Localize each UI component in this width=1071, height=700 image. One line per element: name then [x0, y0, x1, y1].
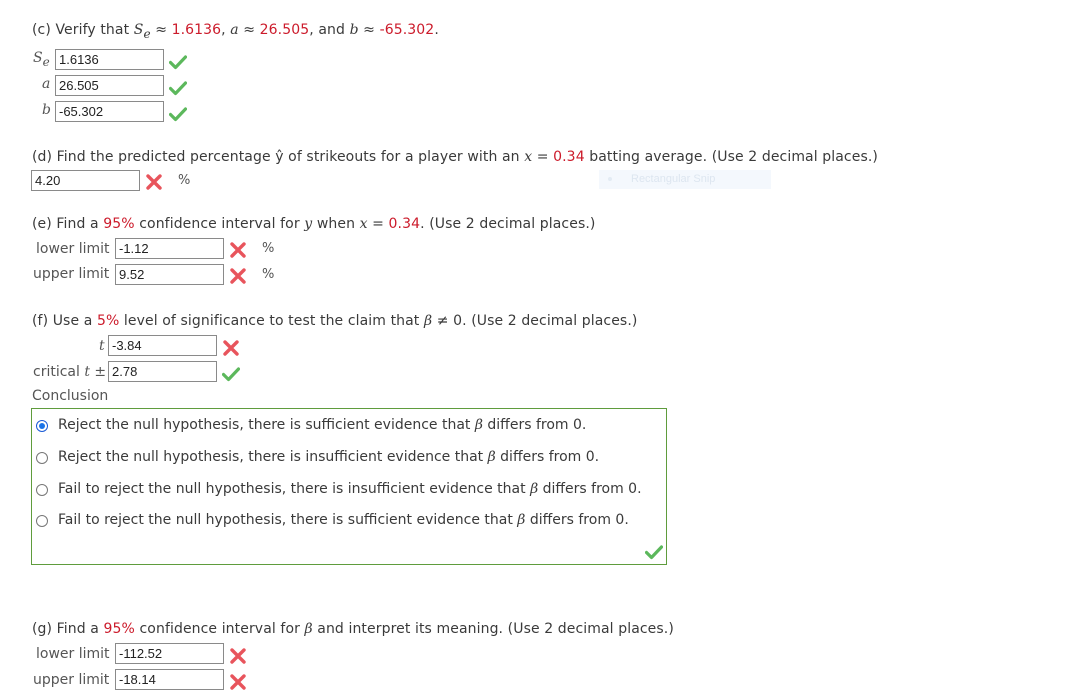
prompt-text: confidence interval for	[134, 621, 305, 637]
percent-unit: %	[262, 267, 275, 282]
prompt-text: and interpret its meaning. (Use 2 decima…	[312, 621, 674, 637]
part-e-prompt: (e) Find a 95% confidence interval for y…	[32, 216, 595, 232]
t-statistic-input[interactable]	[108, 335, 217, 356]
x-value: 0.34	[388, 216, 421, 232]
prompt-text: of strikeouts for a player with an	[283, 149, 525, 165]
prompt-text: (f) Use a	[32, 313, 97, 329]
x-value: 0.34	[553, 149, 585, 165]
check-icon	[222, 366, 240, 382]
cross-icon	[229, 268, 247, 284]
snip-label: Rectangular Snip	[631, 173, 716, 185]
part-g-prompt: (g) Find a 95% confidence interval for β…	[32, 621, 674, 637]
approx-sign: ≈	[238, 22, 260, 38]
radio-button-selected[interactable]	[36, 420, 48, 432]
equals-sign: =	[532, 149, 554, 165]
beta-interval-upper-input[interactable]	[115, 669, 224, 690]
check-icon	[169, 54, 187, 70]
prompt-text: level of significance to test the claim …	[119, 313, 424, 329]
se-symbol: S	[133, 22, 144, 38]
y-interval-lower-input[interactable]	[115, 238, 224, 259]
prompt-text: confidence interval for	[134, 216, 305, 232]
confidence-level: 95%	[103, 216, 135, 232]
part-f-prompt: (f) Use a 5% level of significance to te…	[32, 313, 637, 329]
percent-unit: %	[262, 241, 275, 256]
significance-level: 5%	[96, 313, 120, 329]
rectangular-snip-overlay: Rectangular Snip	[599, 170, 771, 189]
confidence-level: 95%	[103, 621, 135, 637]
radio-button[interactable]	[36, 515, 48, 527]
prompt-text: ≠ 0. (Use 2 decimal places.)	[432, 313, 638, 329]
y-hat-symbol: ŷ	[275, 149, 284, 165]
b-field-label: b	[42, 102, 51, 118]
option-label: Fail to reject the null hypothesis, ther…	[58, 481, 642, 497]
separator: , and	[309, 22, 350, 38]
part-d-prompt: (d) Find the predicted percentage ŷ of s…	[32, 149, 878, 165]
b-symbol: b	[349, 22, 359, 38]
prompt-text: (e) Find a	[32, 216, 104, 232]
prompt-text: batting average. (Use 2 decimal places.)	[584, 149, 878, 165]
b-given-value: -65.302	[379, 22, 435, 38]
snip-dot-icon	[608, 177, 612, 181]
prompt-text: when	[312, 216, 360, 232]
cross-icon	[145, 174, 163, 190]
option-label: Reject the null hypothesis, there is ins…	[58, 449, 600, 465]
prompt-text: (g) Find a	[32, 621, 104, 637]
period: .	[434, 22, 439, 38]
prompt-text: . (Use 2 decimal places.)	[420, 216, 596, 232]
radio-button[interactable]	[36, 452, 48, 464]
check-icon	[169, 106, 187, 122]
se-given-value: 1.6136	[171, 22, 222, 38]
part-c-prompt: (c) Verify that Se ≈ 1.6136, a ≈ 26.505,…	[32, 22, 439, 41]
option-label: Reject the null hypothesis, there is suf…	[58, 417, 587, 433]
prompt-text: (c) Verify that	[32, 22, 134, 38]
x-symbol: x	[359, 216, 368, 232]
cross-icon	[229, 648, 247, 664]
predicted-percentage-input[interactable]	[31, 170, 140, 191]
lower-limit-label: lower limit	[36, 646, 110, 662]
t-label: t	[99, 338, 105, 354]
a-symbol: a	[230, 22, 239, 38]
beta-interval-lower-input[interactable]	[115, 643, 224, 664]
a-given-value: 26.505	[259, 22, 310, 38]
cross-icon	[229, 674, 247, 690]
percent-unit: %	[178, 173, 191, 188]
check-icon	[169, 80, 187, 96]
upper-limit-label: upper limit	[33, 266, 110, 282]
y-interval-upper-input[interactable]	[115, 264, 224, 285]
beta-symbol: β	[423, 313, 433, 329]
prompt-text: (d) Find the predicted percentage	[32, 149, 276, 165]
upper-limit-label: upper limit	[33, 672, 110, 688]
option-label: Fail to reject the null hypothesis, ther…	[58, 512, 629, 528]
se-input[interactable]	[55, 49, 164, 70]
b-input[interactable]	[55, 101, 164, 122]
lower-limit-label: lower limit	[36, 241, 110, 257]
radio-button[interactable]	[36, 484, 48, 496]
separator: ,	[221, 22, 231, 38]
se-field-label: Se	[33, 50, 50, 69]
critical-t-input[interactable]	[108, 361, 217, 382]
cross-icon	[229, 242, 247, 258]
conclusion-label: Conclusion	[32, 388, 109, 404]
beta-symbol: β	[304, 621, 313, 637]
x-symbol: x	[524, 149, 533, 165]
equals-sign: =	[367, 216, 389, 232]
critical-t-label: critical t ±	[33, 364, 107, 380]
check-icon	[645, 544, 663, 560]
a-field-label: a	[42, 76, 51, 92]
cross-icon	[222, 340, 240, 356]
approx-sign: ≈	[358, 22, 380, 38]
se-subscript: e	[143, 26, 151, 41]
approx-sign: ≈	[150, 22, 172, 38]
a-input[interactable]	[55, 75, 164, 96]
